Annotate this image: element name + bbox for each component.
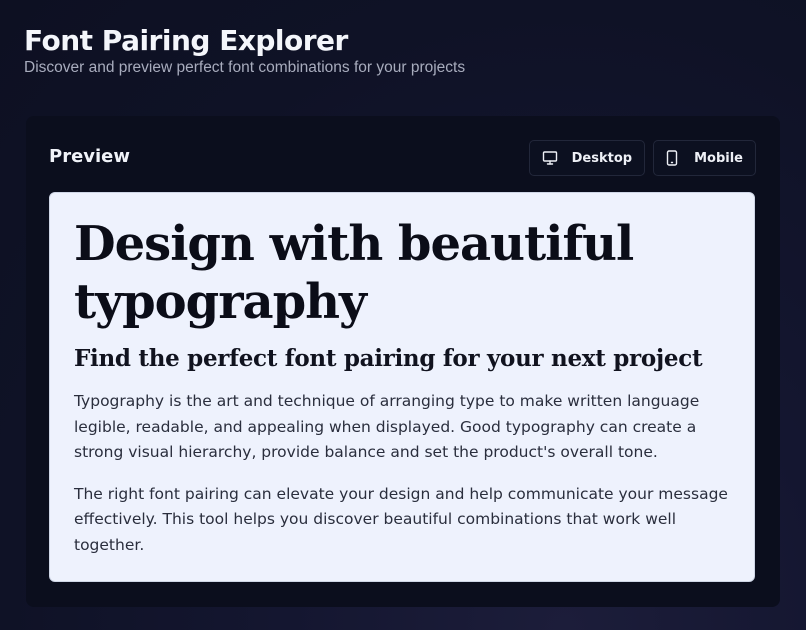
app-subtitle: Discover and preview perfect font combin… [24, 59, 466, 76]
smartphone-icon [666, 150, 678, 166]
app-header: Font Pairing Explorer Discover and previ… [24, 24, 465, 77]
sample-heading: Design with beautiful typography [74, 216, 634, 330]
monitor-icon [542, 150, 558, 166]
preview-title: Preview [49, 146, 131, 167]
desktop-button-label: Desktop [571, 150, 633, 166]
device-toggle: Desktop Mobile [528, 140, 756, 176]
desktop-button[interactable]: Desktop [528, 140, 646, 176]
mobile-button[interactable]: Mobile [653, 140, 756, 176]
sample-subheading: Find the perfect font pairing for your n… [74, 345, 703, 372]
sample-paragraph: Typography is the art and technique of a… [74, 392, 700, 461]
app-title: Font Pairing Explorer [24, 24, 348, 57]
mobile-button-label: Mobile [694, 150, 743, 166]
sample-paragraph: The right font pairing can elevate your … [74, 484, 728, 554]
preview-canvas: Design with beautiful typography Find th… [49, 192, 755, 582]
preview-panel: Preview Desktop Mobile Design with beaut… [26, 116, 780, 607]
